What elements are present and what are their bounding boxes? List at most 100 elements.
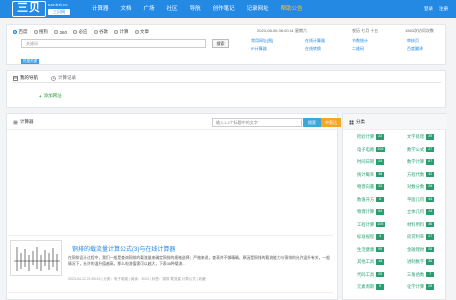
nav-item[interactable]: 帮助公告 xyxy=(275,0,309,18)
category-item[interactable]: 统计概率 38 xyxy=(357,171,385,178)
category-item[interactable]: 物理向量 33 xyxy=(357,184,385,190)
category-item[interactable]: 代码工具 25 xyxy=(357,271,385,278)
category-count-badge: 26 xyxy=(426,246,435,253)
category-item[interactable]: 检验计算 22 xyxy=(357,134,385,140)
category-item[interactable]: 对数分数 26 xyxy=(407,184,435,190)
category-label: 进制数字 xyxy=(407,259,425,264)
category-item[interactable]: 数学公式 27 xyxy=(407,146,435,153)
category-label: 三角函数 xyxy=(407,271,425,277)
category-item[interactable]: 元素周期 9 xyxy=(357,284,385,290)
tab-my-nav[interactable]: 我的导航 xyxy=(13,75,38,81)
quick-link[interactable]: IP计算器 xyxy=(251,46,267,52)
nav-item[interactable]: 导航 xyxy=(184,0,207,18)
quick-link[interactable]: 在线转换 xyxy=(305,46,321,52)
grid-icon xyxy=(349,120,354,124)
category-label: 方程代数 xyxy=(407,171,425,177)
category-item[interactable]: 工程计算 105 xyxy=(357,222,385,228)
category-item[interactable]: 方程代数 32 xyxy=(407,171,435,178)
category-label: 材料用料 xyxy=(407,221,425,227)
category-item[interactable]: 三角函数 7 xyxy=(407,271,435,278)
category-count-badge: 4 xyxy=(376,234,385,240)
quick-link[interactable]: 审核页 xyxy=(407,38,419,44)
category-label: 电子电路 xyxy=(357,146,375,152)
tab-calc-records[interactable]: 计算记录 xyxy=(51,75,76,81)
category-count-badge: 38 xyxy=(376,171,385,178)
add-url-button[interactable]: + 添加网址 xyxy=(39,93,62,99)
quick-link[interactable]: 百度翻译 xyxy=(407,46,423,52)
category-label: 数学公式 xyxy=(407,146,425,152)
category-header: 分类 xyxy=(343,114,447,130)
category-count-badge: 87 xyxy=(426,159,435,165)
quick-link[interactable]: 在线计算器 xyxy=(305,38,325,44)
top-navbar: 三贝 sanbeicn 三贝网 计算器 文档 广场 社区 导航 创作笔记 记录网址 帮助公告 … xyxy=(0,0,456,18)
calculator-search-input[interactable]: 输入1-2个标题中的文字 xyxy=(212,118,302,127)
quick-link[interactable]: 常用网址[图] xyxy=(251,38,273,44)
category-title: 分类 xyxy=(349,114,365,130)
category-label: 代码工具 xyxy=(357,271,375,277)
search-input[interactable]: 关键词 xyxy=(21,39,206,48)
category-label: 元素周期 xyxy=(357,284,375,289)
waveform-image xyxy=(14,247,60,271)
calculator-search-button[interactable]: 搜索 xyxy=(303,118,321,127)
search-engine-option[interactable]: 搜狗 xyxy=(33,29,48,35)
category-item[interactable]: 其他工具 18 xyxy=(357,259,385,265)
tab-label: 我的导航 xyxy=(20,75,38,80)
category-item[interactable]: 化学计算 25 xyxy=(407,284,435,290)
add-url-label: 添加网址 xyxy=(43,93,62,98)
search-engine-label: 谷歌 xyxy=(99,29,109,34)
category-item[interactable]: 生活健康 59 xyxy=(357,246,385,253)
register-link[interactable]: 注册 xyxy=(439,0,448,18)
nav-item[interactable]: 社区 xyxy=(161,0,184,18)
category-count-badge: 54 xyxy=(376,209,385,215)
quick-link[interactable]: 二维码 xyxy=(352,46,364,52)
category-item[interactable]: 房贷利率 17 xyxy=(407,234,435,240)
nav-icon xyxy=(13,75,18,81)
search-engine-option[interactable]: 360 xyxy=(54,30,67,35)
category-item[interactable]: 平面几何 44 xyxy=(407,196,435,203)
login-link[interactable]: 登录 xyxy=(424,0,433,18)
category-item[interactable]: 进制数字 36 xyxy=(407,259,435,265)
category-count-badge: 17 xyxy=(426,234,435,240)
category-label: 立体几何 xyxy=(407,209,425,214)
category-count-badge: 22 xyxy=(376,134,385,140)
category-item[interactable]: 标准规程 4 xyxy=(357,234,385,240)
radio-icon xyxy=(134,30,139,34)
nav-item[interactable]: 记录网址 xyxy=(241,0,275,18)
clock-icon xyxy=(51,75,56,81)
search-engine-option[interactable]: 计算 xyxy=(114,29,129,35)
category-item[interactable]: 材料用料 36 xyxy=(407,221,435,228)
article-thumbnail[interactable] xyxy=(10,240,62,276)
search-engine-option[interactable]: 必应 xyxy=(73,29,88,35)
category-item[interactable]: 物理计算 54 xyxy=(357,209,385,215)
category-label: 物理计算 xyxy=(357,209,375,214)
category-count-badge: 59 xyxy=(376,246,385,253)
nav-item[interactable]: 文档 xyxy=(115,0,138,18)
category-item[interactable]: 立体几何 14 xyxy=(407,209,435,215)
site-logo[interactable]: 三贝 sanbeicn 三贝网 xyxy=(12,1,72,17)
search-engine-option[interactable]: 百度 xyxy=(13,29,28,35)
quick-link[interactable]: 节数统计 xyxy=(352,38,368,44)
search-engine-option[interactable]: 谷歌 xyxy=(93,29,109,35)
nav-item[interactable]: 广场 xyxy=(138,0,161,18)
category-label: 平面几何 xyxy=(407,196,425,202)
category-label: 房贷利率 xyxy=(407,234,425,239)
category-item[interactable]: 时间日期 24 xyxy=(357,159,385,165)
category-item[interactable]: 电子电路 108 xyxy=(357,147,385,153)
category-item[interactable]: 数学计算 87 xyxy=(407,159,435,165)
nav-item[interactable]: 计算器 xyxy=(86,0,115,18)
category-item[interactable]: 数值开方 6 xyxy=(357,197,385,203)
calculator-direct-button[interactable]: 中直达 xyxy=(321,118,341,127)
auth-links: 登录 注册 xyxy=(424,0,448,18)
category-label: 标准规程 xyxy=(357,234,375,239)
category-item[interactable]: 文字处理 39 xyxy=(407,134,435,140)
hot-keyword-tag[interactable]: 热搜关键 xyxy=(21,59,39,64)
category-label: 检验计算 xyxy=(357,134,375,139)
search-engine-option[interactable]: 文章 xyxy=(134,29,149,35)
category-item[interactable]: 金融理财 26 xyxy=(407,246,435,253)
list-icon xyxy=(13,120,18,124)
category-count-badge: 32 xyxy=(426,171,435,178)
nav-item[interactable]: 创作笔记 xyxy=(207,0,241,18)
category-count-badge: 25 xyxy=(426,284,435,290)
article-title[interactable]: 铜排的载流量计算公式(3)与在线计算器 xyxy=(72,244,175,253)
search-button[interactable]: 搜索 xyxy=(212,39,229,48)
